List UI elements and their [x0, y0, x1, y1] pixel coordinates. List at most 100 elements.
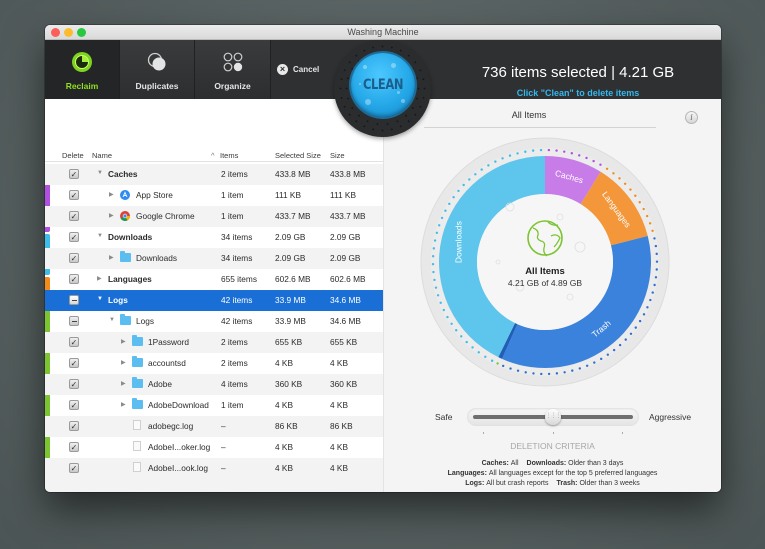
donut-dot	[532, 372, 535, 375]
tab-reclaim[interactable]: Reclaim	[45, 40, 120, 99]
partial-checkbox[interactable]	[69, 295, 79, 305]
folder-icon	[132, 398, 143, 409]
delete-checkbox[interactable]: ✓	[69, 421, 79, 431]
delete-checkbox[interactable]: ✓	[69, 463, 79, 473]
donut-dot	[431, 262, 435, 266]
delete-checkbox[interactable]: ✓	[69, 169, 79, 179]
disclosure-open-icon[interactable]: ▼	[97, 170, 103, 176]
delete-checkbox[interactable]: ✓	[69, 358, 79, 368]
delete-checkbox[interactable]: ✓	[69, 337, 79, 347]
disclosure-closed-icon[interactable]: ▶	[109, 212, 114, 219]
delete-checkbox[interactable]: ✓	[69, 400, 79, 410]
row-size: 433.8 MB	[330, 169, 366, 179]
disclosure-closed-icon[interactable]: ▶	[121, 359, 126, 366]
donut-dot	[508, 154, 512, 157]
donut-dot	[437, 224, 441, 227]
cancel-button[interactable]: × Cancel	[277, 64, 319, 75]
table-row[interactable]: ✓ AdobeI...oker.log – 4 KB 4 KB	[45, 437, 383, 458]
column-name[interactable]: Name	[92, 151, 112, 160]
donut-dot	[578, 154, 581, 157]
disclosure-closed-icon[interactable]: ▶	[121, 338, 126, 345]
table-row[interactable]: ✓ ▶ Google Chrome 1 item 433.7 MB 433.7 MB	[45, 206, 383, 227]
donut-dot	[435, 231, 439, 235]
info-button[interactable]: i	[685, 111, 698, 124]
row-selected-size: 2.09 GB	[275, 232, 306, 242]
column-size[interactable]: Size	[330, 151, 345, 160]
table-row[interactable]: ✓ ▼ Downloads 34 items 2.09 GB 2.09 GB	[45, 227, 383, 248]
row-size: 4 KB	[330, 463, 348, 473]
table-row[interactable]: ✓ ▶ Adobe 4 items 360 KB 360 KB	[45, 374, 383, 395]
criteria-key: Trash:	[556, 480, 580, 487]
disclosure-open-icon[interactable]: ▼	[97, 233, 103, 239]
donut-dot	[618, 177, 621, 180]
table-row[interactable]: ▼ Logs 42 items 33.9 MB 34.6 MB	[45, 311, 383, 332]
table-row[interactable]: ✓ ▶ 1Password 2 items 655 KB 655 KB	[45, 332, 383, 353]
row-selected-size: 86 KB	[275, 421, 298, 431]
row-name: Downloads	[136, 253, 178, 263]
donut-dot	[585, 364, 589, 367]
table-row[interactable]: ✓ ▶ accountsd 2 items 4 KB 4 KB	[45, 353, 383, 374]
donut-dot	[645, 214, 649, 218]
criteria-key: Downloads:	[526, 460, 569, 467]
row-size: 86 KB	[330, 421, 353, 431]
donut-dot	[468, 178, 471, 181]
disclosure-closed-icon[interactable]: ▶	[109, 191, 114, 198]
table-row[interactable]: ✓ adobegc.log – 86 KB 86 KB	[45, 416, 383, 437]
disclosure-closed-icon[interactable]: ▶	[97, 275, 102, 282]
tab-duplicates[interactable]: Duplicates	[120, 40, 195, 99]
close-window-button[interactable]	[51, 28, 60, 37]
table-row[interactable]: ✓ ▶ AdobeDownload 1 item 4 KB 4 KB	[45, 395, 383, 416]
tab-organize[interactable]: Organize	[195, 40, 271, 99]
clean-button[interactable]: CLEAN	[351, 53, 415, 117]
partial-checkbox[interactable]	[69, 316, 79, 326]
delete-checkbox[interactable]: ✓	[69, 274, 79, 284]
donut-dot	[649, 298, 652, 302]
sort-ascending-icon: ^	[211, 151, 215, 160]
criteria-value: All but crash reports	[486, 480, 549, 487]
disclosure-open-icon[interactable]: ▼	[97, 296, 103, 302]
table-row[interactable]: ✓ ▼ Caches 2 items 433.8 MB 433.8 MB	[45, 164, 383, 185]
center-size: 4.21 GB of 4.89 GB	[508, 278, 583, 288]
slider-knob[interactable]	[545, 409, 561, 425]
disclosure-closed-icon[interactable]: ▶	[121, 401, 126, 408]
column-selected-size[interactable]: Selected Size	[275, 151, 321, 160]
table-row[interactable]: ✓ ▶ Downloads 34 items 2.09 GB 2.09 GB	[45, 248, 383, 269]
delete-checkbox[interactable]: ✓	[69, 253, 79, 263]
row-name: 1Password	[148, 337, 190, 347]
column-delete[interactable]: Delete	[62, 151, 84, 160]
donut-dot	[496, 362, 499, 365]
table-row[interactable]: ✓ ▶ App Store 1 item 111 KB 111 KB	[45, 185, 383, 206]
disclosure-open-icon[interactable]: ▼	[109, 317, 115, 323]
title-divider	[424, 127, 656, 128]
table-row[interactable]: ▼ Logs 42 items 33.9 MB 34.6 MB	[45, 290, 383, 311]
donut-dot	[578, 367, 582, 370]
table-row[interactable]: ✓ ▶ Languages 655 items 602.6 MB 602.6 MB	[45, 269, 383, 290]
row-size: 34.6 MB	[330, 295, 361, 305]
panel-title: All Items	[511, 110, 547, 120]
table-row[interactable]: ✓ AdobeI...ook.log – 4 KB 4 KB	[45, 458, 383, 479]
disclosure-closed-icon[interactable]: ▶	[109, 254, 114, 261]
delete-checkbox[interactable]: ✓	[69, 190, 79, 200]
delete-checkbox[interactable]: ✓	[69, 442, 79, 452]
row-name: App Store	[136, 190, 173, 200]
row-size: 2.09 GB	[330, 232, 361, 242]
folder-icon	[132, 335, 143, 346]
tab-duplicates-label: Duplicates	[135, 81, 179, 91]
delete-checkbox[interactable]: ✓	[69, 232, 79, 242]
zoom-window-button[interactable]	[77, 28, 86, 37]
delete-checkbox[interactable]: ✓	[69, 211, 79, 221]
donut-dot	[605, 167, 609, 170]
minimize-window-button[interactable]	[64, 28, 73, 37]
row-name: Languages	[108, 274, 152, 284]
delete-checkbox[interactable]: ✓	[69, 379, 79, 389]
deletion-criteria-slider[interactable]	[467, 408, 639, 426]
donut-dot	[606, 353, 610, 356]
column-items[interactable]: Items	[220, 151, 238, 160]
cancel-label: Cancel	[293, 65, 320, 74]
donut-dot	[452, 196, 455, 199]
row-size: 2.09 GB	[330, 253, 361, 263]
donut-dot	[516, 152, 519, 155]
deletion-criteria-list: Caches: All Downloads: Older than 3 days L…	[384, 459, 721, 489]
row-item-count: 42 items	[221, 316, 253, 326]
disclosure-closed-icon[interactable]: ▶	[121, 380, 126, 387]
